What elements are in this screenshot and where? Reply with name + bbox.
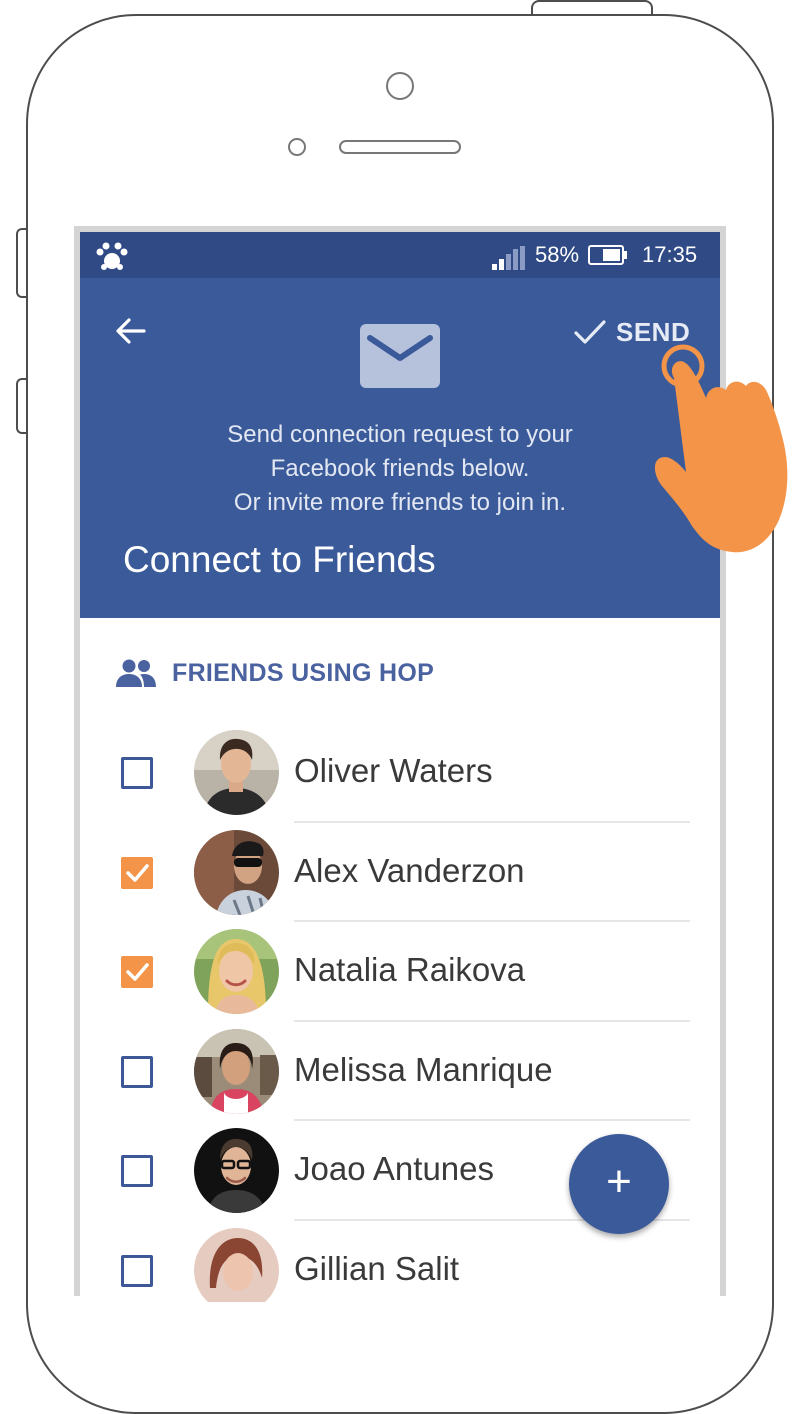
friend-name: Alex Vanderzon bbox=[294, 851, 525, 889]
check-icon bbox=[126, 963, 149, 981]
status-bar: 58% 17:35 bbox=[80, 232, 720, 278]
friend-checkbox[interactable] bbox=[121, 1254, 153, 1287]
back-arrow-icon[interactable] bbox=[114, 316, 148, 346]
friend-row[interactable]: Oliver Waters bbox=[80, 723, 720, 823]
avatar bbox=[194, 1227, 279, 1302]
add-friend-fab[interactable]: + bbox=[569, 1134, 669, 1234]
header-message-line: Send connection request to your bbox=[227, 421, 573, 448]
friend-name: Natalia Raikova bbox=[294, 951, 526, 988]
plus-icon: + bbox=[606, 1157, 632, 1206]
app-header: SEND Send connection request to your Fac… bbox=[80, 278, 720, 618]
front-camera bbox=[386, 72, 414, 100]
hand-pointer-icon bbox=[654, 344, 788, 553]
volume-up-button bbox=[16, 228, 26, 298]
battery-percentage: 58% bbox=[535, 242, 580, 267]
check-icon bbox=[574, 320, 606, 344]
avatar bbox=[194, 929, 279, 1014]
envelope-icon bbox=[360, 324, 440, 388]
friend-name: Joao Antunes bbox=[294, 1150, 494, 1187]
friend-checkbox[interactable] bbox=[121, 956, 153, 988]
section-heading: FRIENDS USING HOP bbox=[114, 658, 434, 688]
section-label: FRIENDS USING HOP bbox=[172, 658, 435, 687]
avatar bbox=[194, 1128, 279, 1213]
page-title: Connect to Friends bbox=[123, 539, 436, 580]
avatar bbox=[194, 730, 279, 815]
phone-screen: 58% 17:35 SEND Send connection request t… bbox=[74, 226, 726, 1302]
hop-logo-icon bbox=[96, 242, 128, 270]
signal-icon bbox=[492, 246, 525, 270]
check-icon bbox=[126, 863, 149, 882]
battery-icon bbox=[588, 245, 627, 265]
status-time: 17:35 bbox=[642, 242, 698, 267]
friend-checkbox[interactable] bbox=[121, 856, 153, 889]
friend-row[interactable]: Alex Vanderzon bbox=[80, 823, 720, 922]
avatar bbox=[194, 829, 279, 915]
people-icon bbox=[116, 659, 156, 687]
volume-down-button bbox=[16, 378, 26, 434]
friend-checkbox[interactable] bbox=[121, 1155, 153, 1187]
friend-name: Gillian Salit bbox=[294, 1249, 460, 1287]
friend-name: Melissa Manrique bbox=[294, 1050, 553, 1088]
friend-checkbox[interactable] bbox=[121, 757, 153, 789]
header-message-line: Facebook friends below. bbox=[270, 455, 530, 482]
friend-row[interactable]: Natalia Raikova bbox=[80, 922, 720, 1022]
earpiece-speaker bbox=[339, 140, 461, 154]
proximity-sensor bbox=[288, 138, 306, 156]
header-message: Send connection request to your Facebook… bbox=[80, 418, 720, 520]
app-screen: 58% 17:35 SEND Send connection request t… bbox=[80, 232, 720, 1302]
header-message-line: Or invite more friends to join in. bbox=[233, 489, 567, 516]
friend-checkbox[interactable] bbox=[121, 1055, 153, 1088]
friend-name: Oliver Waters bbox=[294, 752, 493, 789]
avatar bbox=[194, 1028, 279, 1114]
friend-row[interactable]: Melissa Manrique bbox=[80, 1022, 720, 1121]
